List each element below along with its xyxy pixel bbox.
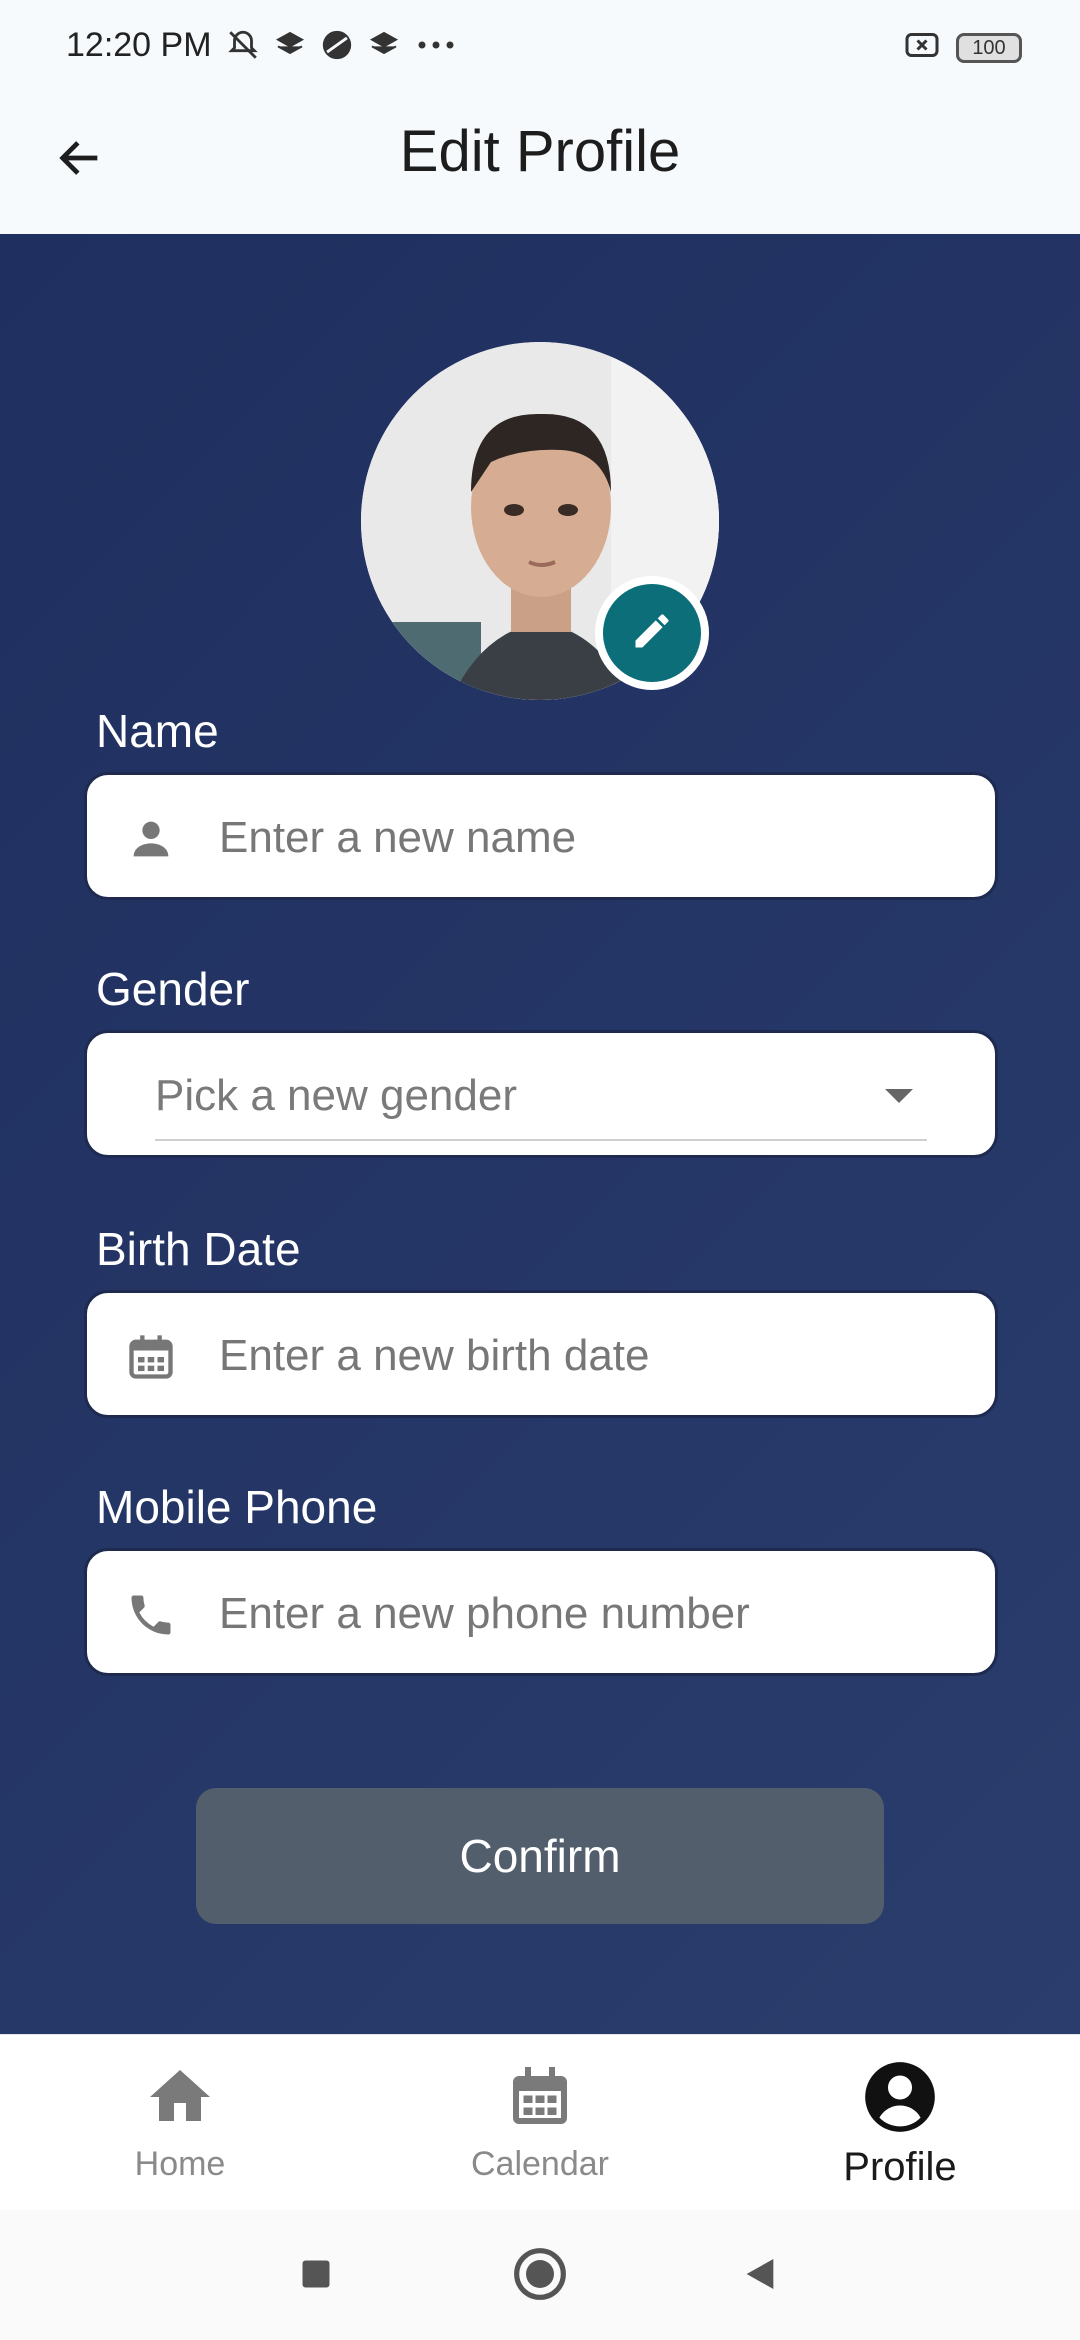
calendar-icon <box>123 1329 179 1385</box>
phone-label: Mobile Phone <box>96 1481 378 1533</box>
dropdown-arrow-icon <box>885 1089 913 1103</box>
planet-icon <box>320 28 354 62</box>
bell-off-icon <box>226 28 260 62</box>
phone-icon <box>123 1587 179 1643</box>
layers-icon-2 <box>368 29 400 61</box>
phone-placeholder: Enter a new phone number <box>219 1589 750 1638</box>
birth-date-label: Birth Date <box>96 1223 301 1275</box>
home-icon <box>142 2059 218 2135</box>
edit-photo-button[interactable] <box>595 576 709 690</box>
bottom-navigation: Home Calendar Profile <box>0 2034 1080 2210</box>
status-notification-icons <box>226 28 458 62</box>
dropdown-underline <box>155 1139 927 1141</box>
avatar-section <box>361 342 719 700</box>
triangle-back-icon <box>740 2254 780 2299</box>
more-dots-icon <box>414 35 458 55</box>
circle-icon <box>512 2246 568 2307</box>
gender-placeholder: Pick a new gender <box>155 1071 517 1120</box>
status-time: 12:20 PM <box>66 26 212 64</box>
home-system-button[interactable] <box>510 2246 570 2306</box>
recents-button[interactable] <box>286 2246 346 2306</box>
battery-indicator: 100 <box>956 32 1022 63</box>
page-title: Edit Profile <box>399 119 681 184</box>
status-right: 100 <box>904 30 1022 65</box>
layers-icon <box>274 29 306 61</box>
app-bar: Edit Profile <box>0 96 1080 234</box>
sim-off-icon <box>904 30 940 65</box>
account-circle-icon <box>862 2059 938 2135</box>
nav-item-profile[interactable]: Profile <box>780 2059 1020 2190</box>
back-system-button[interactable] <box>730 2246 790 2306</box>
name-label: Name <box>96 705 219 757</box>
gender-label: Gender <box>96 963 250 1015</box>
person-icon <box>123 811 179 867</box>
nav-label-home: Home <box>134 2145 226 2183</box>
nav-label-calendar: Calendar <box>471 2145 609 2183</box>
status-bar: 12:20 PM 100 <box>0 0 1080 96</box>
calendar-nav-icon <box>502 2059 578 2135</box>
phone-field[interactable]: Enter a new phone number <box>84 1548 998 1676</box>
pencil-icon <box>630 609 674 658</box>
birth-date-placeholder: Enter a new birth date <box>219 1331 650 1380</box>
nav-label-profile: Profile <box>843 2145 957 2189</box>
profile-form: Name Enter a new name Gender Pick a new … <box>0 234 1080 2034</box>
nav-item-calendar[interactable]: Calendar <box>420 2059 660 2184</box>
gender-dropdown[interactable]: Pick a new gender <box>84 1030 998 1158</box>
square-icon <box>298 2256 334 2297</box>
confirm-button[interactable]: Confirm <box>196 1788 884 1924</box>
name-placeholder: Enter a new name <box>219 813 577 862</box>
system-navigation-bar <box>0 2210 1080 2340</box>
name-field[interactable]: Enter a new name <box>84 772 998 900</box>
nav-item-home[interactable]: Home <box>60 2059 300 2184</box>
birth-date-field[interactable]: Enter a new birth date <box>84 1290 998 1418</box>
